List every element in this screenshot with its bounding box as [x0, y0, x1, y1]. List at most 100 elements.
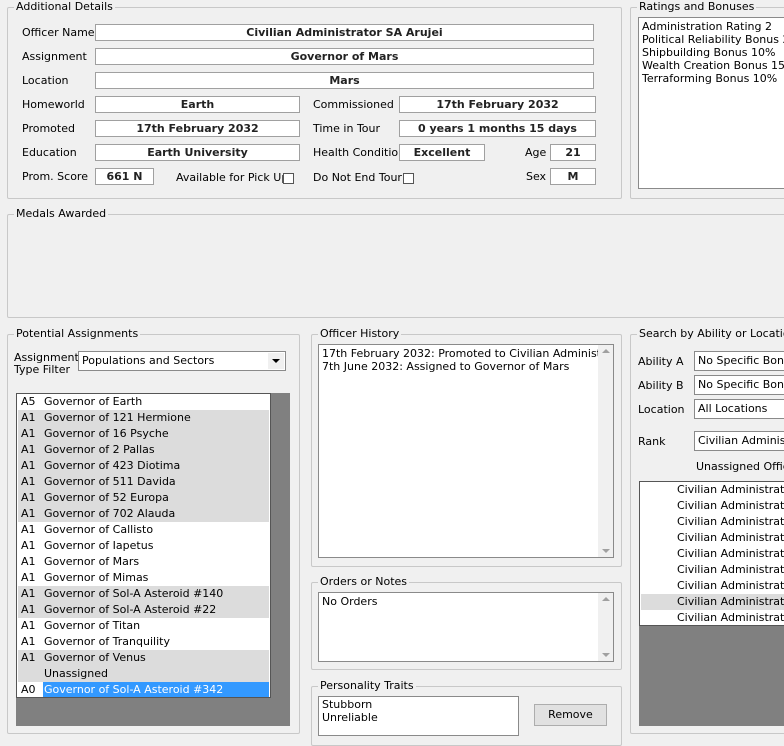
commissioned-label: Commissioned [313, 98, 394, 111]
assignment-code: A1 [21, 491, 36, 504]
ratings-list[interactable]: Administration Rating 2 Political Reliab… [638, 17, 784, 189]
rating-item: Wealth Creation Bonus 15% [642, 59, 784, 72]
assignment-name: Governor of 511 Davida [44, 475, 176, 488]
promoted-field[interactable]: 17th February 2032 [95, 120, 300, 137]
officer-row[interactable]: Civilian Administrator A [641, 514, 784, 530]
rank-value: Civilian Administrator [698, 434, 784, 447]
assignment-row[interactable]: A1 Governor of Iapetus [18, 538, 269, 554]
search-title: Search by Ability or Location [637, 327, 784, 340]
assignment-name: Governor of Mars [44, 555, 140, 568]
assignment-row[interactable]: A1 Governor of Callisto [18, 522, 269, 538]
assignment-row[interactable]: A1 Governor of Titan [18, 618, 269, 634]
scroll-down-icon[interactable] [602, 653, 610, 657]
assignment-row[interactable]: A1 Governor of 121 Hermione [18, 410, 269, 426]
assignment-row[interactable]: A1 Governor of 2 Pallas [18, 442, 269, 458]
assignment-name: Governor of 121 Hermione [44, 411, 191, 424]
assignment-code: A1 [21, 523, 36, 536]
officer-row[interactable]: Civilian Administrator Iu [641, 562, 784, 578]
orders-text[interactable]: No Orders [318, 592, 614, 662]
ability-b-select[interactable]: No Specific Bonus [694, 375, 784, 395]
ability-a-select[interactable]: No Specific Bonus [694, 351, 784, 371]
location-field[interactable]: Mars [95, 72, 594, 89]
ability-b-value: No Specific Bonus [698, 378, 784, 391]
assignment-name: Governor of Sol-A Asteroid #140 [44, 587, 224, 600]
assignment-row[interactable]: A1 Governor of Sol-A Asteroid #22 [18, 602, 269, 618]
homeworld-field[interactable]: Earth [95, 96, 300, 113]
chevron-down-icon [272, 359, 280, 363]
officer-row[interactable]: Civilian Administrator Ji [641, 546, 784, 562]
additional-details-title: Additional Details [14, 0, 115, 13]
rank-label: Rank [638, 435, 666, 448]
rating-item: Administration Rating 2 [642, 20, 772, 33]
commissioned-field[interactable]: 17th February 2032 [399, 96, 596, 113]
orders-line: No Orders [322, 595, 378, 608]
officer-history-title: Officer History [318, 327, 402, 340]
officer-row[interactable]: Civilian Administrator ex [641, 498, 784, 514]
rating-item: Terraforming Bonus 10% [642, 72, 778, 85]
search-location-select[interactable]: All Locations [694, 399, 784, 419]
orders-scrollbar[interactable] [598, 593, 613, 661]
assignment-row[interactable]: A1 Governor of 511 Davida [18, 474, 269, 490]
scroll-up-icon[interactable] [602, 349, 610, 353]
prom-score-label: Prom. Score [22, 170, 88, 183]
assignment-field[interactable]: Governor of Mars [95, 48, 594, 65]
officer-row[interactable]: Civilian Administrator Fe [641, 482, 784, 498]
assignment-row[interactable]: A1 Governor of 702 Alauda [18, 506, 269, 522]
scroll-up-icon[interactable] [602, 597, 610, 601]
assignment-code: A1 [21, 459, 36, 472]
assignment-row[interactable]: A1 Governor of Sol-A Asteroid #140 [18, 586, 269, 602]
search-location-value: All Locations [698, 402, 768, 415]
medals-title: Medals Awarded [14, 207, 109, 220]
officer-history-text[interactable]: 17th February 2032: Promoted to Civilian… [318, 344, 614, 558]
officer-name-field[interactable]: Civilian Administrator SA Arujei [95, 24, 594, 41]
available-pickup-checkbox[interactable] [283, 173, 294, 184]
assignment-name: Governor of Callisto [44, 523, 154, 536]
scroll-down-icon[interactable] [602, 549, 610, 553]
assignment-name: Governor of 2 Pallas [44, 443, 155, 456]
personality-traits-list[interactable]: Stubborn Unreliable [318, 696, 519, 736]
assignment-name: Governor of 52 Europa [44, 491, 169, 504]
time-in-tour-field[interactable]: 0 years 1 months 15 days [399, 120, 596, 137]
ability-a-label: Ability A [638, 355, 684, 368]
assignment-code: A1 [21, 427, 36, 440]
search-location-label: Location [638, 403, 685, 416]
dropdown-button[interactable] [268, 353, 284, 369]
assignment-row[interactable]: A1 Governor of 16 Psyche [18, 426, 269, 442]
assignment-row[interactable]: A1 Governor of Tranquility [18, 634, 269, 650]
assignment-code: A1 [21, 619, 36, 632]
age-field[interactable]: 21 [550, 144, 596, 161]
assignment-code: A1 [21, 507, 36, 520]
potential-assignments-title: Potential Assignments [14, 327, 141, 340]
education-field[interactable]: Earth University [95, 144, 300, 161]
medals-group: Medals Awarded [7, 207, 784, 318]
assignment-name: Governor of Sol-A Asteroid #22 [44, 603, 217, 616]
assignment-row[interactable]: A1 Governor of Venus [18, 650, 269, 666]
officer-row[interactable]: Civilian Administrator ol [641, 594, 784, 610]
rank-select[interactable]: Civilian Administrator [694, 431, 784, 451]
health-field[interactable]: Excellent [399, 144, 485, 161]
assignment-row[interactable]: Unassigned [18, 666, 269, 682]
assignment-row[interactable]: A5 Governor of Earth [18, 394, 269, 410]
assignment-type-filter-select[interactable]: Populations and Sectors [78, 351, 286, 371]
time-in-tour-label: Time in Tour [313, 122, 381, 135]
officer-row[interactable]: Civilian Administrator P [641, 530, 784, 546]
promoted-label: Promoted [22, 122, 75, 135]
officer-row[interactable]: Civilian Administrator Fe [641, 578, 784, 594]
officer-row[interactable]: Civilian Administrator A [641, 610, 784, 625]
history-scrollbar[interactable] [598, 345, 613, 557]
assignment-code: A1 [21, 603, 36, 616]
assignment-row[interactable]: A1 Governor of 423 Diotima [18, 458, 269, 474]
potential-assignments-list[interactable]: A5 Governor of Earth A1 Governor of 121 Her… [16, 393, 271, 698]
sex-field[interactable]: M [550, 168, 596, 185]
assignment-row[interactable]: A1 Governor of 52 Europa [18, 490, 269, 506]
assignment-name: Unassigned [44, 667, 108, 680]
assignment-row[interactable]: A0 Governor of Sol-A Asteroid #342 [18, 682, 269, 697]
unassigned-officers-list[interactable]: Civilian Administrator FeCivilian Admini… [639, 481, 784, 626]
assignment-row[interactable]: A1 Governor of Mars [18, 554, 269, 570]
remove-trait-button[interactable]: Remove [534, 704, 607, 726]
prom-score-field[interactable]: 661 N [95, 168, 154, 185]
assignment-name: Governor of 423 Diotima [44, 459, 181, 472]
assignment-row[interactable]: A1 Governor of Mimas [18, 570, 269, 586]
do-not-end-tour-checkbox[interactable] [403, 173, 414, 184]
officer-name-label: Officer Name [22, 26, 95, 39]
